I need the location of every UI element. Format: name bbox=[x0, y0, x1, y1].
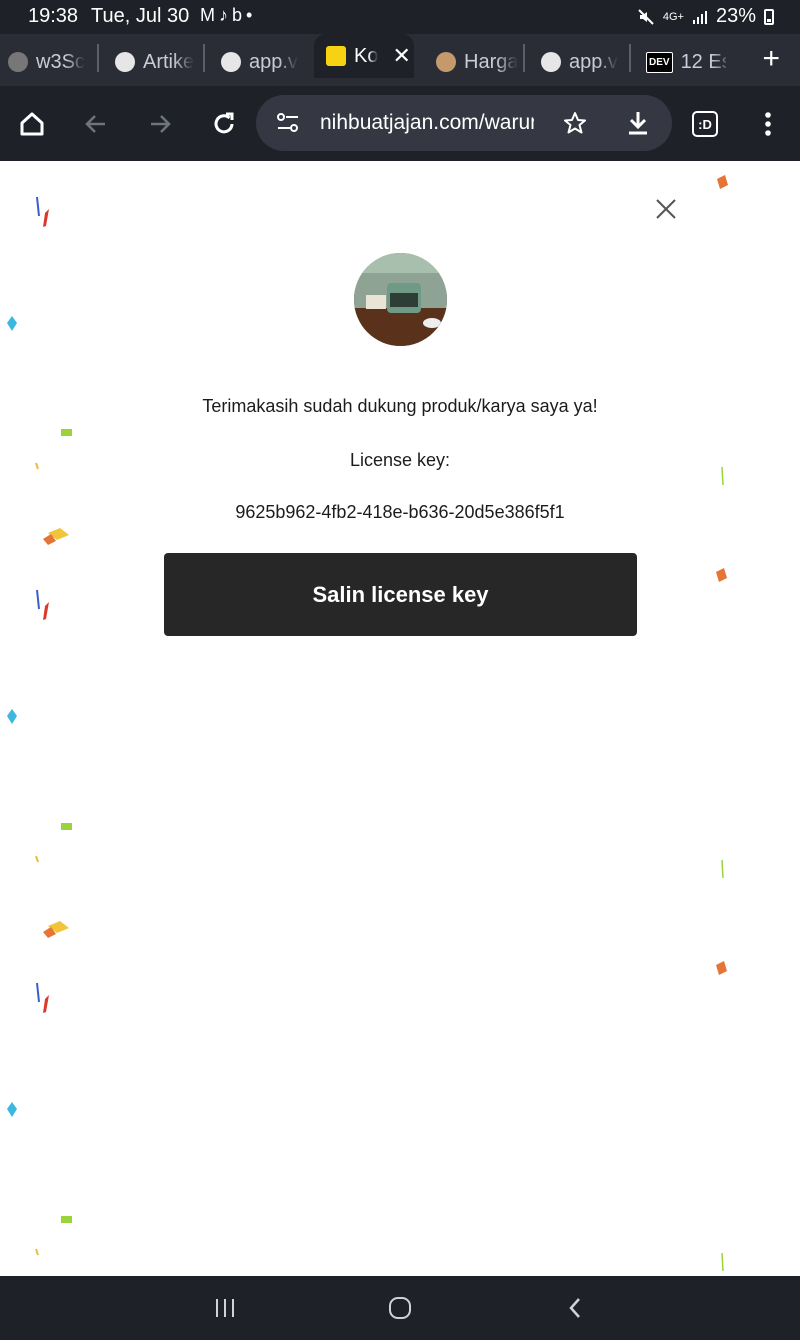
home-icon bbox=[20, 112, 44, 136]
kofi-icon bbox=[326, 46, 346, 66]
status-bar: 19:38 Tue, Jul 30 M♪b• 4G+ 23% bbox=[0, 0, 800, 34]
status-time: 19:38 bbox=[28, 5, 79, 27]
plus-icon: + bbox=[762, 42, 780, 75]
chevron-left-icon bbox=[569, 1298, 580, 1318]
tab-separator bbox=[629, 44, 631, 72]
home-circle-icon bbox=[389, 1297, 411, 1319]
signal-icon bbox=[692, 10, 707, 24]
site-settings-icon[interactable] bbox=[276, 112, 300, 134]
home-nav-button[interactable] bbox=[380, 1290, 420, 1326]
tab-dev[interactable]: DEV 12 Es bbox=[646, 42, 726, 82]
creator-avatar bbox=[354, 253, 447, 346]
tiktok-icon: ♪ bbox=[219, 5, 232, 25]
recents-icon bbox=[216, 1299, 234, 1317]
battery-level: 23% bbox=[715, 5, 756, 27]
site-icon bbox=[221, 52, 241, 72]
mute-icon bbox=[638, 8, 654, 25]
battery-icon bbox=[764, 8, 774, 25]
typewriter-image bbox=[354, 253, 447, 346]
tab-separator bbox=[97, 44, 99, 72]
dev-icon: DEV bbox=[646, 51, 673, 73]
tab-label: Ko bbox=[354, 44, 379, 67]
tab-label: w3Sc bbox=[36, 50, 85, 73]
license-key-value: 9625b962-4fb2-418e-b636-20d5e386f5f1 bbox=[235, 502, 565, 522]
gmail-icon: M bbox=[200, 5, 219, 25]
bing-icon: b bbox=[232, 5, 247, 25]
home-button[interactable] bbox=[12, 104, 52, 144]
site-icon bbox=[115, 52, 135, 72]
license-key-label: License key: bbox=[349, 450, 451, 470]
arrow-right-icon bbox=[151, 115, 171, 133]
tab-switcher-button[interactable]: :D bbox=[685, 104, 725, 144]
network-type: 4G+ bbox=[662, 10, 684, 23]
url-text[interactable]: nihbuatjajan.com/warung bbox=[320, 111, 534, 135]
tab-artikel[interactable]: Artike bbox=[115, 42, 195, 82]
tab-label: Harga bbox=[464, 50, 518, 73]
tab-active[interactable]: Ko ✕ bbox=[314, 34, 414, 78]
forward-button[interactable] bbox=[140, 104, 180, 144]
tab-separator bbox=[523, 44, 525, 72]
arrow-left-icon bbox=[85, 115, 105, 133]
tab-app-2[interactable]: app.v bbox=[541, 42, 621, 82]
notification-icons: M♪b• bbox=[200, 5, 256, 26]
reload-icon bbox=[214, 112, 234, 134]
star-icon[interactable] bbox=[562, 110, 588, 136]
tab-label: app.v bbox=[249, 50, 298, 73]
close-icon[interactable] bbox=[651, 194, 681, 224]
tab-w3schools[interactable]: w3Sc bbox=[8, 42, 88, 82]
status-date: Tue, Jul 30 bbox=[91, 5, 190, 27]
status-right: 4G+ 23% bbox=[637, 5, 774, 28]
dot-icon: • bbox=[246, 5, 257, 25]
tab-strip: w3Sc Artike app.v Ko ✕ Harga app.v DEV 1… bbox=[0, 34, 800, 86]
tab-close-icon[interactable]: ✕ bbox=[392, 43, 410, 69]
more-vert-icon bbox=[765, 112, 771, 136]
coffee-icon bbox=[436, 52, 456, 72]
recent-apps-button[interactable] bbox=[205, 1290, 245, 1326]
download-icon[interactable] bbox=[625, 109, 651, 137]
new-tab-button[interactable]: + bbox=[762, 42, 780, 76]
tab-app[interactable]: app.v bbox=[221, 42, 301, 82]
tab-separator bbox=[203, 44, 205, 72]
w3schools-icon bbox=[8, 52, 28, 72]
back-nav-button[interactable] bbox=[555, 1290, 595, 1326]
back-button[interactable] bbox=[76, 104, 116, 144]
tab-counter: :D bbox=[692, 111, 718, 137]
browser-toolbar: nihbuatjajan.com/warung :D bbox=[0, 86, 800, 161]
site-icon bbox=[541, 52, 561, 72]
page-content: Terimakasih sudah dukung produk/karya sa… bbox=[0, 161, 800, 1276]
tab-harga[interactable]: Harga bbox=[436, 42, 518, 82]
confetti-group-2 bbox=[7, 589, 727, 975]
confetti-group-3 bbox=[7, 982, 724, 1272]
thanks-message: Terimakasih sudah dukung produk/karya sa… bbox=[202, 396, 598, 416]
reload-button[interactable] bbox=[204, 104, 244, 144]
copy-license-key-button[interactable]: Salin license key bbox=[164, 553, 637, 636]
system-nav-bar bbox=[0, 1276, 800, 1340]
tab-label: Artike bbox=[143, 50, 195, 73]
tab-label: 12 Es bbox=[680, 50, 726, 73]
tab-label: app.v bbox=[569, 50, 618, 73]
url-bar[interactable]: nihbuatjajan.com/warung bbox=[256, 95, 672, 151]
menu-button[interactable] bbox=[748, 104, 788, 144]
